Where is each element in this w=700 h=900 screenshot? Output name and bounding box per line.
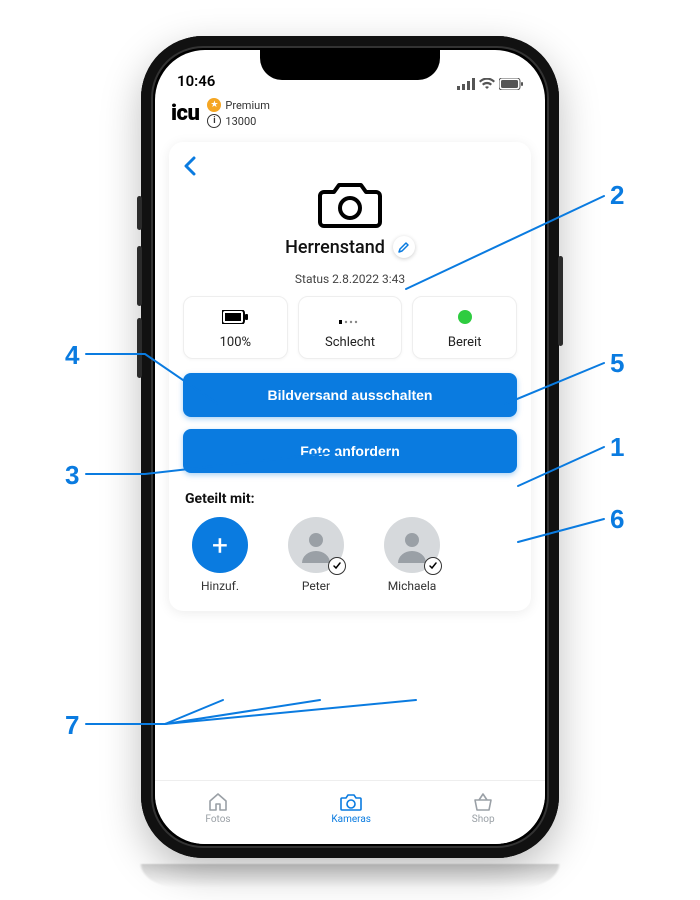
basket-icon bbox=[472, 792, 494, 812]
callout-1: 1 bbox=[610, 432, 624, 463]
premium-label: Premium bbox=[225, 99, 269, 112]
callout-7: 7 bbox=[65, 710, 79, 741]
status-line: Status 2.8.2022 3:43 bbox=[183, 272, 517, 286]
cell-signal-icon bbox=[457, 78, 475, 90]
battery-value: 100% bbox=[220, 335, 251, 350]
ready-value: Bereit bbox=[448, 335, 482, 350]
status-time: 10:46 bbox=[177, 72, 215, 90]
chevron-left-icon bbox=[183, 156, 197, 176]
pencil-icon bbox=[398, 241, 410, 253]
edit-name-button[interactable] bbox=[393, 236, 415, 258]
battery-tile[interactable]: 100% bbox=[183, 296, 288, 359]
phone-side-button bbox=[137, 246, 142, 306]
tab-shop[interactable]: Shop bbox=[472, 792, 495, 825]
check-icon bbox=[328, 557, 346, 575]
shared-user-avatar[interactable] bbox=[288, 517, 344, 573]
phone-screen: 10:46 icu ★ Premium i 13000 bbox=[155, 50, 545, 844]
tab-label: Kameras bbox=[331, 814, 371, 825]
camera-card: Herrenstand Status 2.8.2022 3:43 100% bbox=[169, 142, 531, 611]
check-icon bbox=[424, 557, 442, 575]
app-header: icu ★ Premium i 13000 bbox=[155, 94, 545, 136]
tab-cameras[interactable]: Kameras bbox=[331, 792, 371, 825]
info-icon: i bbox=[207, 114, 221, 128]
tab-bar: Fotos Kameras Shop bbox=[155, 780, 545, 844]
signal-weak-icon bbox=[339, 310, 361, 324]
shared-user-name: Peter bbox=[302, 579, 330, 593]
phone-reflection bbox=[141, 864, 559, 888]
status-dot-icon bbox=[458, 310, 472, 324]
add-share-button[interactable]: + bbox=[192, 517, 248, 573]
phone-frame: 10:46 icu ★ Premium i 13000 bbox=[141, 36, 559, 858]
ready-tile[interactable]: Bereit bbox=[412, 296, 517, 359]
shared-user-avatar[interactable] bbox=[384, 517, 440, 573]
phone-side-button bbox=[137, 318, 142, 378]
app-logo: icu bbox=[171, 101, 199, 126]
shared-with-title: Geteilt mit: bbox=[185, 491, 517, 507]
phone-side-button bbox=[137, 196, 142, 230]
tab-label: Shop bbox=[472, 814, 495, 825]
signal-tile[interactable]: Schlecht bbox=[298, 296, 403, 359]
battery-full-icon bbox=[222, 310, 248, 324]
callout-6: 6 bbox=[610, 504, 624, 535]
tab-label: Fotos bbox=[205, 814, 230, 825]
request-photo-button[interactable]: Foto anfordern bbox=[183, 429, 517, 473]
points-value: 13000 bbox=[225, 115, 256, 128]
disable-transmit-button[interactable]: Bildversand ausschalten bbox=[183, 373, 517, 417]
plus-icon: + bbox=[212, 529, 228, 562]
person-icon bbox=[394, 527, 430, 563]
callout-3: 3 bbox=[65, 460, 79, 491]
person-icon bbox=[298, 527, 334, 563]
callout-5: 5 bbox=[610, 348, 624, 379]
camera-icon bbox=[318, 178, 382, 230]
phone-side-button bbox=[558, 256, 563, 346]
battery-icon bbox=[499, 78, 523, 90]
shared-user-name: Michaela bbox=[388, 579, 437, 593]
tab-photos[interactable]: Fotos bbox=[205, 792, 230, 825]
home-icon bbox=[207, 792, 229, 812]
camera-icon bbox=[339, 792, 363, 812]
add-share-label: Hinzuf. bbox=[201, 579, 239, 593]
signal-value: Schlecht bbox=[325, 335, 375, 350]
wifi-icon bbox=[479, 78, 495, 90]
phone-notch bbox=[260, 50, 440, 80]
callout-4: 4 bbox=[65, 340, 79, 371]
callout-2: 2 bbox=[610, 180, 624, 211]
camera-name: Herrenstand bbox=[285, 237, 385, 258]
star-icon: ★ bbox=[207, 98, 221, 112]
